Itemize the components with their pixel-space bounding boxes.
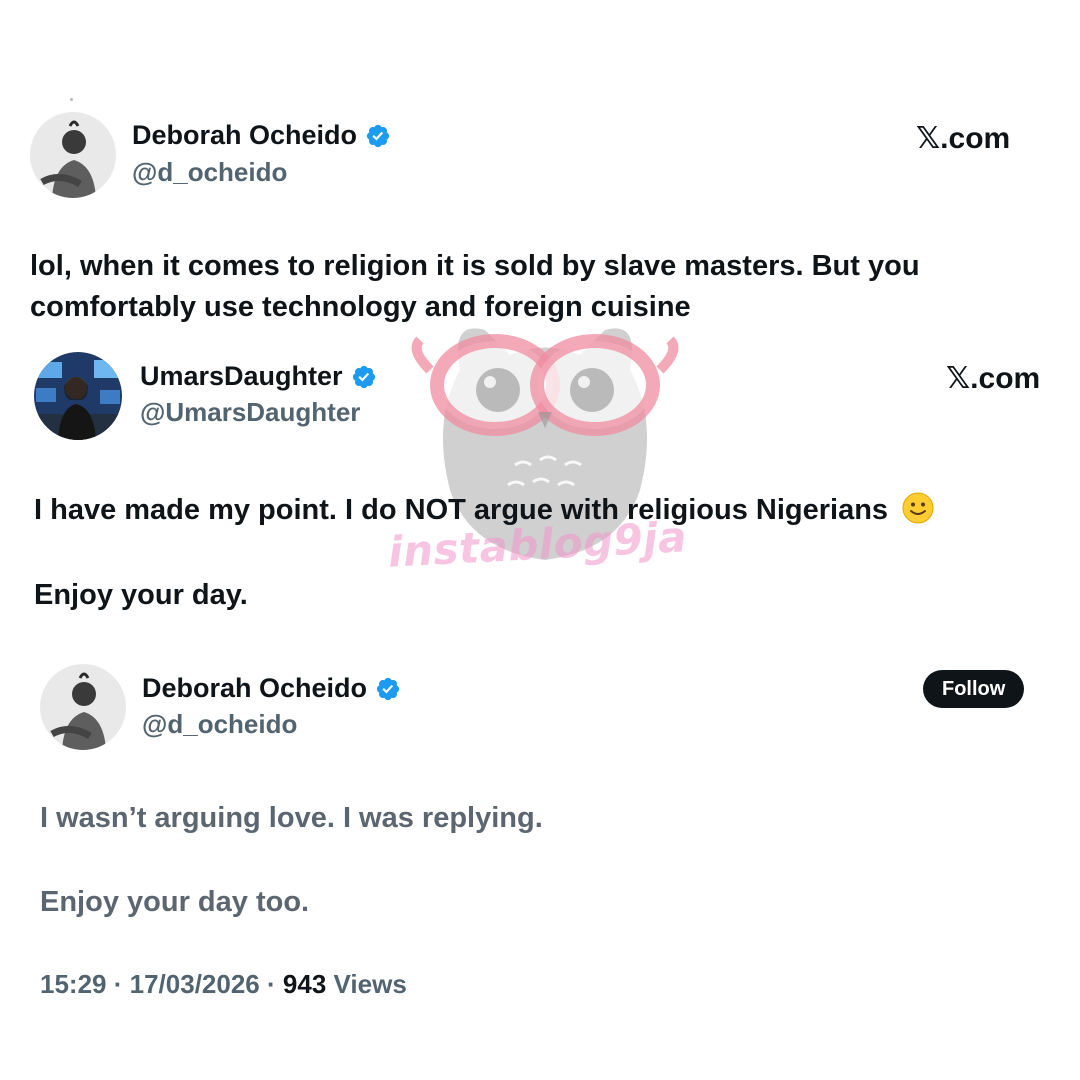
views-label: Views (333, 969, 407, 999)
tweet-date[interactable]: 17/03/2026 (130, 969, 260, 999)
tweet-3: Deborah Ocheido @d_ocheido Follow I wasn… (0, 0, 1080, 1080)
author-name-row: Deborah Ocheido (142, 673, 401, 704)
author-handle[interactable]: @d_ocheido (142, 709, 297, 740)
tweet-text-line-1: I wasn’t arguing love. I was replying. (40, 802, 543, 834)
display-name[interactable]: Deborah Ocheido (142, 673, 367, 704)
separator: · (267, 969, 276, 999)
avatar-photo-icon (40, 664, 126, 750)
verified-badge-icon (376, 677, 400, 700)
views-count[interactable]: 943 (283, 969, 326, 999)
follow-button[interactable]: Follow (923, 670, 1025, 708)
tweet-meta: 15:29 · 17/03/2026 · 943 Views (40, 969, 407, 1000)
separator: · (113, 969, 123, 999)
avatar[interactable] (40, 664, 126, 750)
tweet-time[interactable]: 15:29 (40, 969, 107, 999)
tweet-text-line-2: Enjoy your day too. (40, 886, 310, 918)
